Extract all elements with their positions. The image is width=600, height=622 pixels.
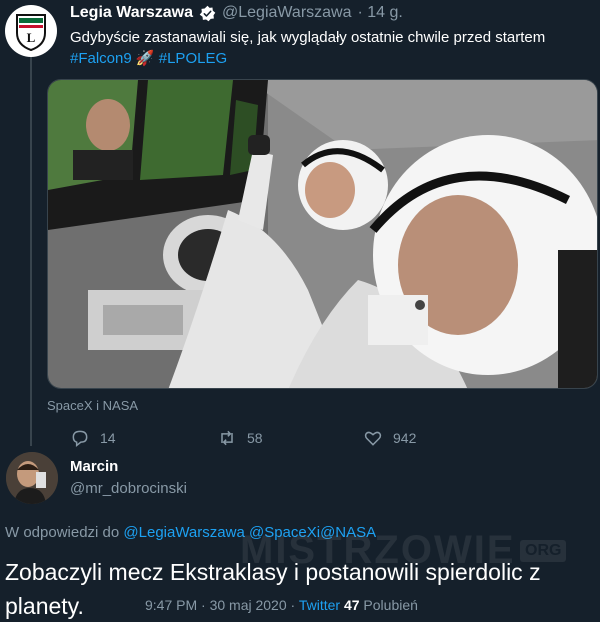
legia-avatar[interactable]: L <box>5 5 57 57</box>
reply-icon <box>72 430 88 448</box>
mention-legia[interactable]: @LegiaWarszawa <box>123 524 244 541</box>
thread-line <box>30 56 32 446</box>
like-count: 942 <box>393 430 417 446</box>
reply-via[interactable]: Twitter <box>299 597 340 613</box>
reply-button[interactable]: 14 <box>70 428 217 448</box>
svg-text:L: L <box>27 30 36 45</box>
hashtag-lpoleg[interactable]: #LPOLEG <box>159 50 227 67</box>
spacex-cockpit-illustration <box>48 80 597 388</box>
marcin-photo <box>6 452 58 504</box>
reply-handle[interactable]: @mr_dobrocinski <box>70 480 187 497</box>
retweet-button[interactable]: 58 <box>217 428 363 448</box>
tweet-actions: 14 58 942 <box>70 428 416 448</box>
media-credit: SpaceX i NASA <box>47 398 139 413</box>
tweet-body: Gdybyście zastanawiali się, jak wyglądał… <box>70 29 546 46</box>
tweet-display-name[interactable]: Legia Warszawa <box>70 4 193 22</box>
reply-likes-label: Polubień <box>363 597 418 613</box>
legia-crest-icon: L <box>16 14 46 52</box>
tweet-handle[interactable]: @LegiaWarszawa <box>222 4 351 22</box>
reply-count: 14 <box>100 430 116 446</box>
tweet-header: Legia Warszawa @LegiaWarszawa · 14 g. <box>70 4 403 22</box>
reply-meta: 9:47 PM · 30 maj 2020 · Twitter 47 Polub… <box>145 597 418 613</box>
tweet-age: · 14 g. <box>357 4 403 21</box>
heart-icon <box>364 431 382 446</box>
verified-badge-icon <box>199 5 216 21</box>
like-button[interactable]: 942 <box>363 428 416 448</box>
reply-likes-count[interactable]: 47 <box>344 597 360 613</box>
tweet-text: Gdybyście zastanawiali się, jak wyglądał… <box>70 27 590 69</box>
reply-display-name[interactable]: Marcin <box>70 458 118 475</box>
marcin-avatar[interactable] <box>6 452 58 504</box>
retweet-icon <box>221 430 233 446</box>
tweet-media-image[interactable] <box>47 79 598 389</box>
rocket-emoji: 🚀 <box>135 50 155 67</box>
hashtag-falcon9[interactable]: #Falcon9 <box>70 50 132 67</box>
reply-prefix: W odpowiedzi do <box>5 524 120 541</box>
reply-timestamp[interactable]: 9:47 PM · 30 maj 2020 · <box>145 597 295 613</box>
retweet-count: 58 <box>247 430 263 446</box>
